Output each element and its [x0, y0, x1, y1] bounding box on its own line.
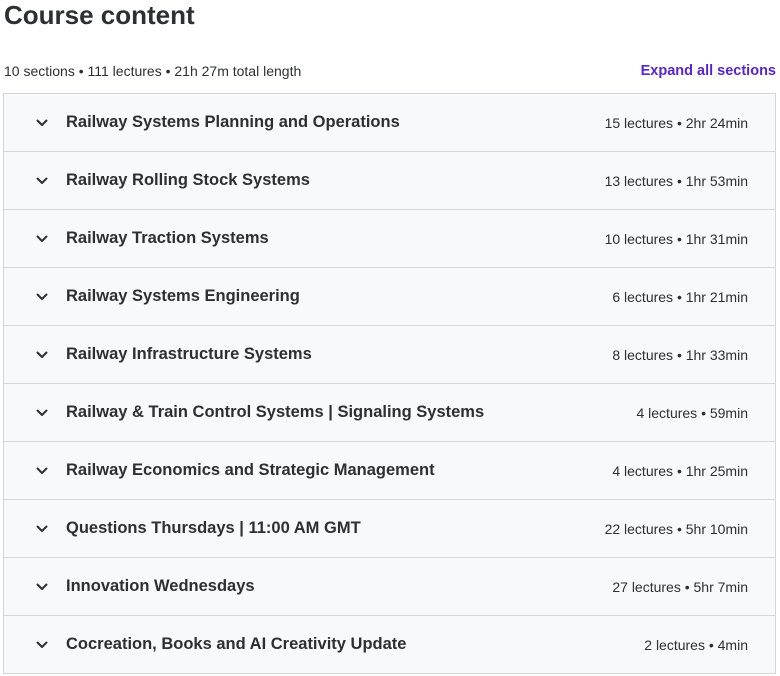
section-title: Railway Traction Systems — [66, 229, 269, 247]
chevron-down-icon — [35, 522, 49, 536]
section-header[interactable]: Railway Systems Engineering 6 lectures •… — [4, 268, 775, 326]
section-header[interactable]: Railway Rolling Stock Systems 13 lecture… — [4, 152, 775, 210]
expand-all-sections-button[interactable]: Expand all sections — [641, 63, 776, 79]
section-info: 22 lectures • 5hr 10min — [604, 520, 748, 537]
chevron-down-icon — [35, 348, 49, 362]
section-header[interactable]: Railway Economics and Strategic Manageme… — [4, 442, 775, 500]
section-info: 4 lectures • 59min — [636, 404, 748, 421]
section-title: Railway Rolling Stock Systems — [66, 171, 310, 189]
chevron-down-icon — [35, 406, 49, 420]
chevron-down-icon — [35, 290, 49, 304]
section-title: Railway Infrastructure Systems — [66, 345, 312, 363]
section-title: Cocreation, Books and AI Creativity Upda… — [66, 635, 407, 653]
section-info: 2 lectures • 4min — [644, 636, 748, 653]
section-info: 13 lectures • 1hr 53min — [604, 172, 748, 189]
section-info: 27 lectures • 5hr 7min — [612, 578, 748, 595]
section-header[interactable]: Questions Thursdays | 11:00 AM GMT 22 le… — [4, 500, 775, 558]
section-title: Questions Thursdays | 11:00 AM GMT — [66, 519, 361, 537]
section-header[interactable]: Innovation Wednesdays 27 lectures • 5hr … — [4, 558, 775, 616]
chevron-down-icon — [35, 580, 49, 594]
section-info: 8 lectures • 1hr 33min — [612, 346, 748, 363]
section-info: 4 lectures • 1hr 25min — [612, 462, 748, 479]
course-summary: 10 sections • 111 lectures • 21h 27m tot… — [4, 63, 302, 79]
chevron-down-icon — [35, 232, 49, 246]
section-title: Innovation Wednesdays — [66, 577, 255, 595]
chevron-down-icon — [35, 638, 49, 652]
course-content-panel: Course content 10 sections • 111 lecture… — [0, 0, 780, 676]
section-header[interactable]: Railway Traction Systems 10 lectures • 1… — [4, 210, 775, 268]
chevron-down-icon — [35, 174, 49, 188]
section-header[interactable]: Railway Infrastructure Systems 8 lecture… — [4, 326, 775, 384]
chevron-down-icon — [35, 464, 49, 478]
section-title: Railway Economics and Strategic Manageme… — [66, 461, 435, 479]
section-title: Railway Systems Planning and Operations — [66, 113, 400, 131]
chevron-down-icon — [35, 116, 49, 130]
course-summary-row: 10 sections • 111 lectures • 21h 27m tot… — [4, 61, 776, 81]
section-header[interactable]: Cocreation, Books and AI Creativity Upda… — [4, 616, 775, 674]
section-info: 6 lectures • 1hr 21min — [612, 288, 748, 305]
section-list: Railway Systems Planning and Operations … — [3, 93, 776, 674]
page-title: Course content — [4, 0, 195, 30]
section-title: Railway Systems Engineering — [66, 287, 300, 305]
section-header[interactable]: Railway Systems Planning and Operations … — [4, 94, 775, 152]
section-info: 15 lectures • 2hr 24min — [604, 114, 748, 131]
section-title: Railway & Train Control Systems | Signal… — [66, 403, 485, 421]
section-info: 10 lectures • 1hr 31min — [604, 230, 748, 247]
section-header[interactable]: Railway & Train Control Systems | Signal… — [4, 384, 775, 442]
